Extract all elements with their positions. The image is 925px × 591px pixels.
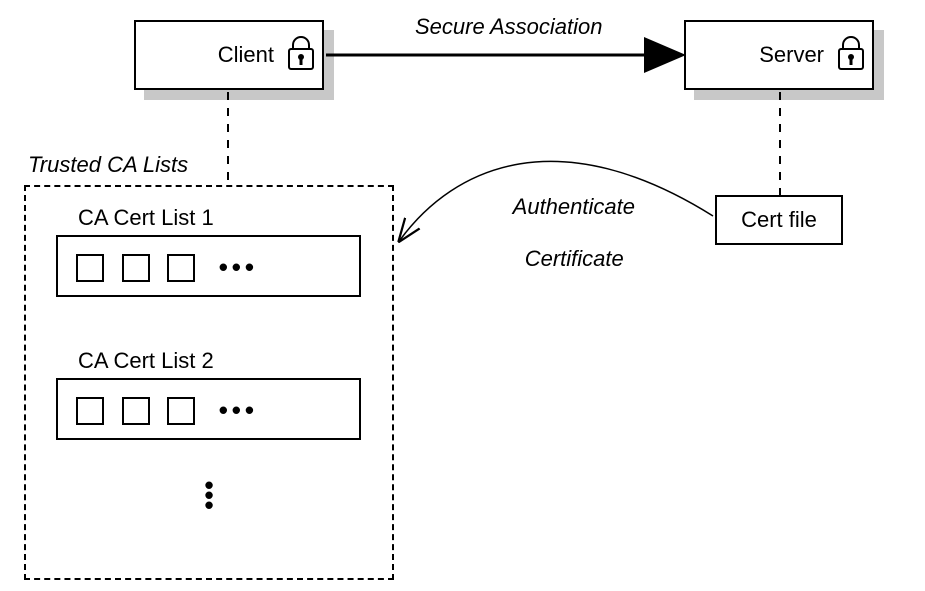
- cert-item: [76, 397, 104, 425]
- authenticate-certificate-label: Authenticate Certificate: [472, 168, 652, 298]
- authenticate-line2: Certificate: [525, 246, 624, 271]
- diagram-stage: Client Server Secure Association Trusted…: [0, 0, 925, 591]
- ca-cert-list-2-label: CA Cert List 2: [78, 348, 214, 374]
- ellipsis-icon: •••: [213, 252, 258, 283]
- cert-item: [167, 397, 195, 425]
- ellipsis-icon: •••: [213, 395, 258, 426]
- cert-item: [122, 397, 150, 425]
- ca-cert-list-1-label: CA Cert List 1: [78, 205, 214, 231]
- cert-file-label: Cert file: [741, 207, 817, 233]
- ca-cert-list-2-box: •••: [56, 378, 361, 440]
- cert-item: [76, 254, 104, 282]
- lock-icon: [836, 33, 866, 79]
- server-label: Server: [759, 42, 824, 68]
- client-label: Client: [218, 42, 274, 68]
- cert-item: [167, 254, 195, 282]
- cert-file-box: Cert file: [715, 195, 843, 245]
- cert-item: [122, 254, 150, 282]
- secure-association-label: Secure Association: [415, 14, 603, 40]
- lock-icon: [286, 33, 316, 79]
- ellipsis-vertical-icon: •••: [204, 480, 214, 510]
- trusted-ca-lists-label: Trusted CA Lists: [28, 152, 188, 178]
- authenticate-line1: Authenticate: [513, 194, 635, 219]
- ca-cert-list-1-box: •••: [56, 235, 361, 297]
